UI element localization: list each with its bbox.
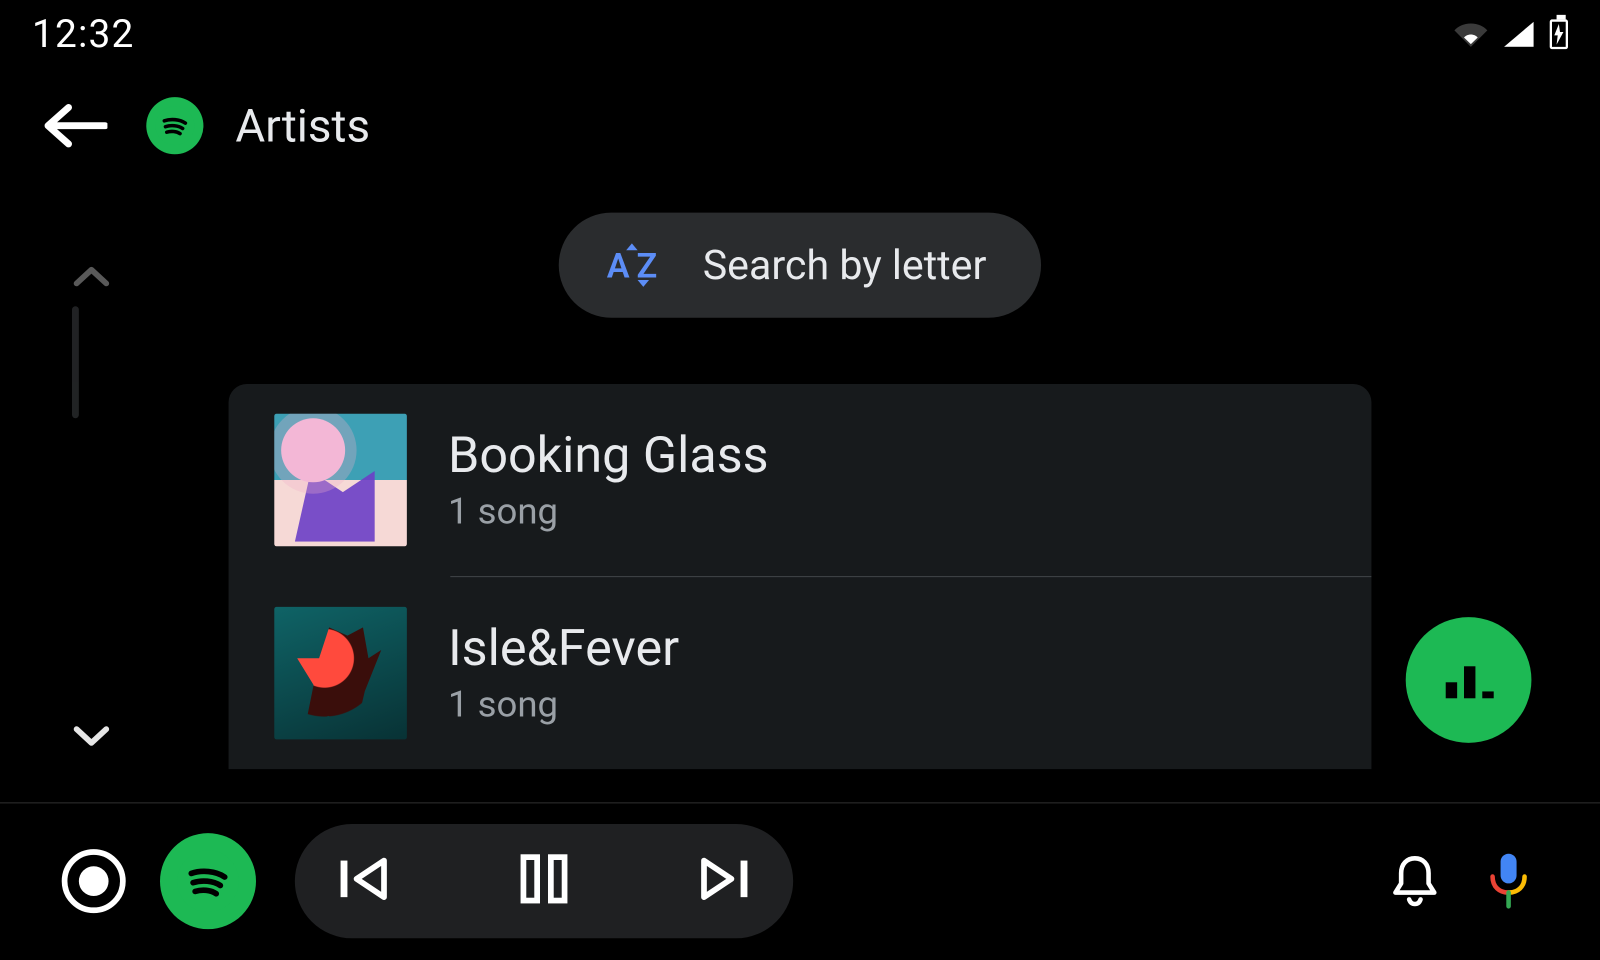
- page-title: Artists: [235, 99, 370, 153]
- status-clock: 12:32: [32, 11, 134, 57]
- search-by-letter-button[interactable]: A Z Search by letter: [559, 213, 1042, 318]
- artist-name: Isle&Fever: [448, 620, 679, 675]
- cell-signal-icon: [1504, 11, 1534, 57]
- android-auto-screen: 12:32 Artists A Z: [0, 0, 1600, 958]
- scroll-up-button[interactable]: [72, 263, 111, 418]
- artist-subtitle: 1 song: [448, 682, 679, 725]
- svg-text:A: A: [607, 247, 630, 287]
- battery-charging-icon: [1550, 19, 1568, 49]
- mic-icon: [1486, 851, 1532, 910]
- skip-next-icon: [695, 853, 752, 903]
- media-controls: [295, 823, 793, 937]
- bottom-nav: [0, 802, 1600, 957]
- list-item[interactable]: Isle&Fever 1 song: [229, 577, 1372, 769]
- now-playing-fab[interactable]: [1406, 617, 1532, 743]
- pause-icon: [519, 852, 569, 905]
- previous-track-button[interactable]: [336, 853, 393, 908]
- bell-icon: [1390, 853, 1440, 908]
- artist-list: Booking Glass 1 song Isle&Fever 1 song: [229, 384, 1372, 769]
- az-sort-icon: A Z: [604, 239, 670, 292]
- spotify-app-button[interactable]: [160, 833, 256, 929]
- notifications-button[interactable]: [1385, 851, 1444, 910]
- list-item-meta: Isle&Fever 1 song: [448, 620, 679, 726]
- artist-thumbnail: [274, 607, 407, 740]
- skip-previous-icon: [336, 853, 393, 903]
- chevron-down-icon: [72, 725, 111, 750]
- app-header: Artists: [37, 96, 370, 155]
- scroll-track: [72, 306, 79, 418]
- search-by-letter-label: Search by letter: [703, 241, 987, 289]
- list-scroll-affordance: [57, 263, 126, 754]
- wifi-icon: [1454, 11, 1488, 57]
- launcher-button[interactable]: [62, 849, 126, 913]
- back-button[interactable]: [37, 96, 115, 155]
- voice-assistant-button[interactable]: [1479, 851, 1538, 910]
- status-bar: 12:32: [0, 0, 1600, 69]
- list-item-meta: Booking Glass 1 song: [448, 427, 769, 533]
- status-icons: [1454, 11, 1568, 57]
- equalizer-icon: [1439, 657, 1498, 703]
- back-arrow-icon: [43, 103, 107, 149]
- scroll-down-button[interactable]: [72, 725, 111, 755]
- artist-subtitle: 1 song: [448, 489, 769, 532]
- next-track-button[interactable]: [695, 853, 752, 908]
- spotify-logo-icon: [146, 97, 203, 154]
- spotify-icon: [177, 850, 239, 912]
- list-item[interactable]: Booking Glass 1 song: [229, 384, 1372, 576]
- chevron-up-icon: [72, 263, 111, 288]
- play-pause-button[interactable]: [519, 852, 569, 909]
- artist-name: Booking Glass: [448, 427, 769, 482]
- artist-thumbnail: [274, 414, 407, 547]
